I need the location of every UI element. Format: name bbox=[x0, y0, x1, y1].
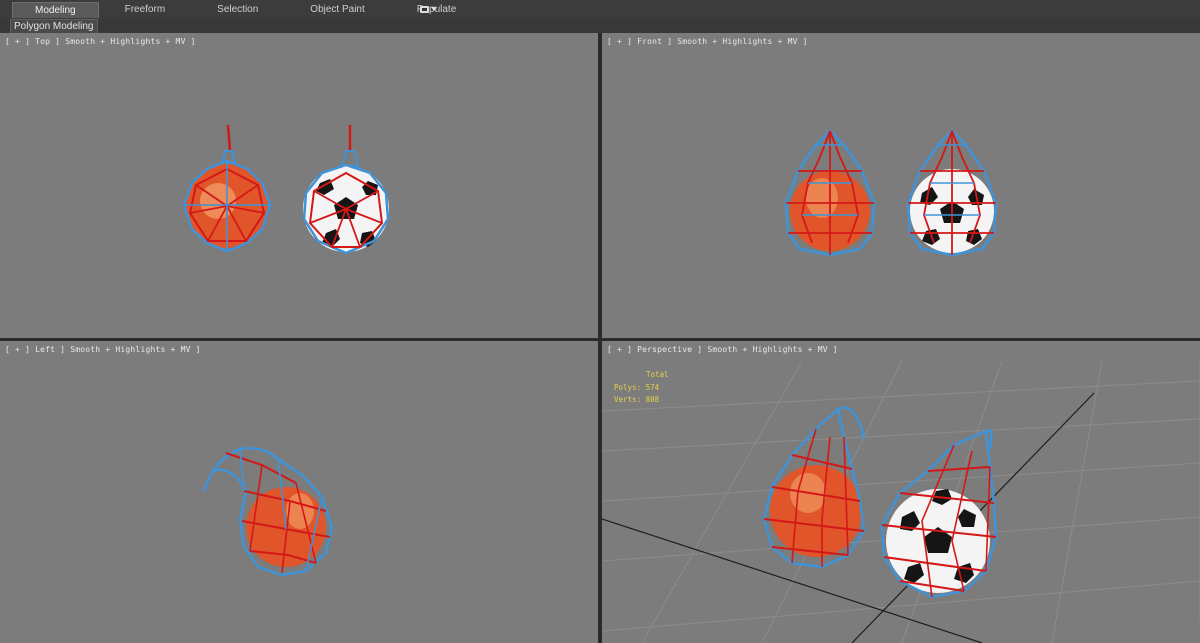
viewport-perspective-scene bbox=[602, 360, 1200, 643]
viewport-left-scene bbox=[202, 446, 334, 577]
viewport-front[interactable]: [ + ] Front ] Smooth + Highlights + MV ] bbox=[602, 33, 1200, 338]
viewport-left[interactable]: [ + ] Left ] Smooth + Highlights + MV ] bbox=[0, 341, 598, 643]
tab-selection[interactable]: Selection bbox=[191, 2, 284, 17]
soccer-net-front[interactable] bbox=[906, 129, 998, 257]
viewport-perspective[interactable]: [ + ] Perspective ] Smooth + Highlights … bbox=[602, 341, 1200, 643]
viewport-front-scene bbox=[784, 129, 998, 257]
tab-object-paint[interactable]: Object Paint bbox=[284, 2, 390, 17]
ribbon: Modeling Freeform Selection Object Paint… bbox=[0, 0, 1200, 20]
basketball-net-left[interactable] bbox=[202, 446, 334, 577]
basketball-net-front[interactable] bbox=[784, 129, 876, 257]
basketball-net-top[interactable] bbox=[182, 124, 272, 253]
home-grid bbox=[602, 360, 1200, 643]
ribbon-tabs: Modeling Freeform Selection Object Paint… bbox=[12, 2, 482, 18]
tab-modeling[interactable]: Modeling bbox=[12, 2, 99, 18]
viewport-top[interactable]: [ + ] Top ] Smooth + Highlights + MV ] bbox=[0, 33, 598, 338]
soccer-net-top[interactable] bbox=[302, 125, 390, 255]
ribbon-panel-bar: Polygon Modeling bbox=[0, 19, 1200, 34]
ribbon-options-icon bbox=[420, 5, 429, 13]
tab-freeform[interactable]: Freeform bbox=[99, 2, 192, 17]
ribbon-options-button[interactable] bbox=[420, 3, 437, 15]
panel-polygon-modeling[interactable]: Polygon Modeling bbox=[10, 19, 98, 34]
soccer-net-perspective[interactable] bbox=[880, 428, 998, 599]
viewport-top-scene bbox=[182, 124, 390, 255]
chevron-down-icon bbox=[431, 7, 437, 11]
